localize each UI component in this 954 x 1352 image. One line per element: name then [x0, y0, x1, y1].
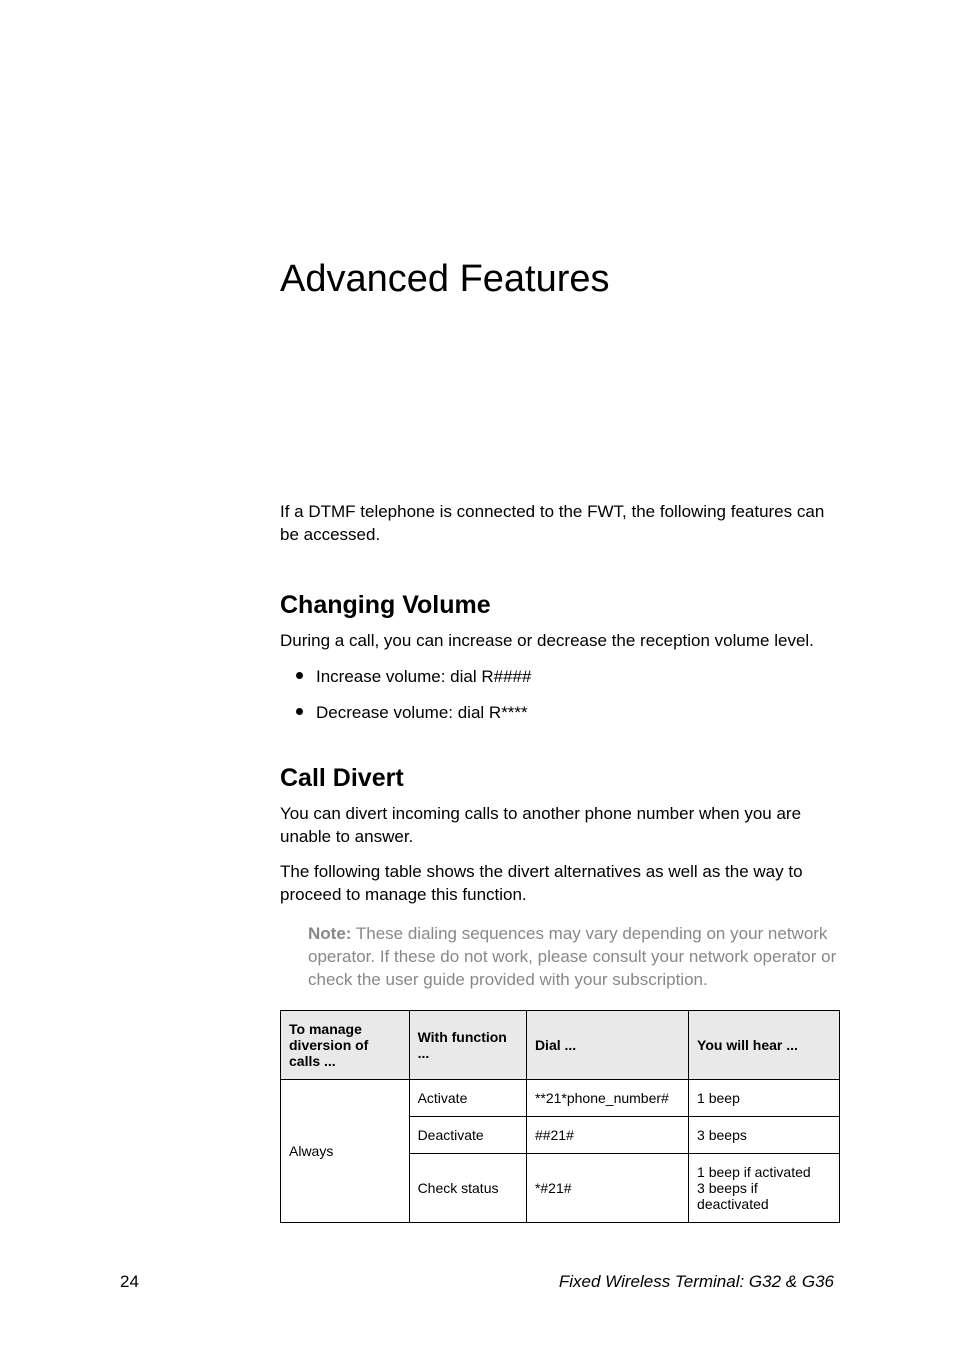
list-item: Decrease volume: dial R****	[280, 701, 840, 725]
table-header-cell: Dial ...	[526, 1010, 688, 1079]
note-label: Note:	[308, 924, 351, 943]
divert-paragraph-1: You can divert incoming calls to another…	[280, 803, 840, 849]
table-cell: Activate	[409, 1079, 526, 1116]
table-cell: Deactivate	[409, 1116, 526, 1153]
table-cell: ##21#	[526, 1116, 688, 1153]
divert-paragraph-2: The following table shows the divert alt…	[280, 861, 840, 907]
volume-paragraph: During a call, you can increase or decre…	[280, 630, 840, 653]
section-heading-divert: Call Divert	[280, 764, 840, 793]
note-body: These dialing sequences may vary dependi…	[308, 924, 836, 989]
page: Advanced Features If a DTMF telephone is…	[0, 0, 954, 1352]
table-header-cell: To manage diversion of calls ...	[281, 1010, 410, 1079]
section-heading-volume: Changing Volume	[280, 591, 840, 620]
intro-paragraph: If a DTMF telephone is connected to the …	[280, 501, 840, 547]
book-title: Fixed Wireless Terminal: G32 & G36	[559, 1272, 834, 1292]
list-item: Increase volume: dial R####	[280, 665, 840, 689]
table-cell: 3 beeps	[689, 1116, 840, 1153]
table-cell-group: Always	[281, 1079, 410, 1222]
note-text: Note: These dialing sequences may vary d…	[308, 923, 840, 992]
table-cell: *#21#	[526, 1153, 688, 1222]
content-area: Advanced Features If a DTMF telephone is…	[280, 258, 840, 1223]
table-cell: **21*phone_number#	[526, 1079, 688, 1116]
table-header-row: To manage diversion of calls ... With fu…	[281, 1010, 840, 1079]
table-header-cell: With function ...	[409, 1010, 526, 1079]
table-cell: 1 beep	[689, 1079, 840, 1116]
table-row: Always Activate **21*phone_number# 1 bee…	[281, 1079, 840, 1116]
table-cell: 1 beep if activated 3 beeps if deactivat…	[689, 1153, 840, 1222]
table-cell: Check status	[409, 1153, 526, 1222]
volume-bullet-list: Increase volume: dial R#### Decrease vol…	[280, 665, 840, 725]
page-title: Advanced Features	[280, 258, 840, 301]
table-header-cell: You will hear ...	[689, 1010, 840, 1079]
page-number: 24	[120, 1272, 139, 1292]
divert-table: To manage diversion of calls ... With fu…	[280, 1010, 840, 1223]
note-block: Note: These dialing sequences may vary d…	[280, 919, 840, 992]
